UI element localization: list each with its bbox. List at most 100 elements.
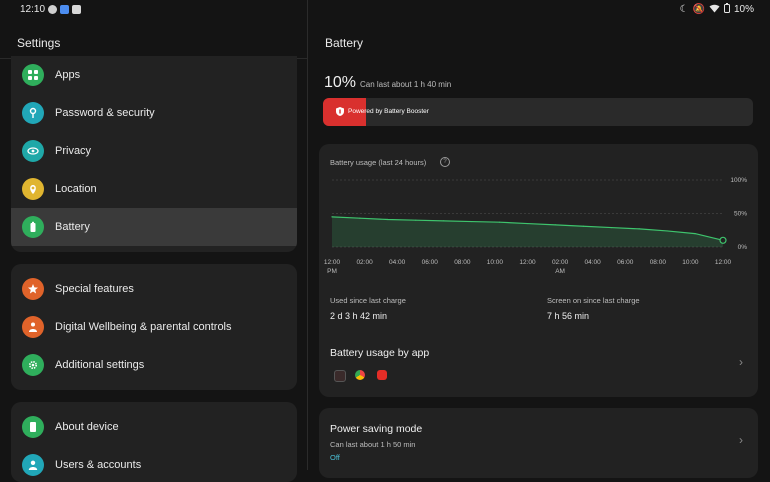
settings-item-label: Location	[55, 183, 97, 195]
x-tick-period-label: PM	[327, 268, 337, 275]
y-tick-label: 0%	[738, 244, 748, 251]
apps-icon	[22, 64, 44, 86]
power-saving-state: Off	[330, 453, 340, 462]
settings-item-about-device[interactable]: About device	[11, 408, 297, 446]
chart-point	[498, 221, 501, 223]
settings-item-privacy[interactable]: Privacy	[11, 132, 297, 170]
chart-point	[554, 224, 557, 226]
settings-item-digital-wellbeing[interactable]: Digital Wellbeing & parental controls	[11, 308, 297, 346]
gear-icon	[22, 354, 44, 376]
settings-item-label: Additional settings	[55, 359, 145, 371]
y-tick-label: 50%	[734, 211, 747, 218]
settings-item-location[interactable]: Location	[11, 170, 297, 208]
used-since-value: 2 d 3 h 42 min	[330, 311, 388, 321]
settings-item-label: Digital Wellbeing & parental controls	[55, 321, 232, 333]
info-icon[interactable]: ?	[440, 157, 450, 167]
x-tick-label: 02:00	[356, 259, 373, 266]
chart-point	[443, 220, 445, 222]
battery-status-icon	[723, 3, 730, 16]
x-tick-label: 02:00	[552, 259, 569, 266]
wellbeing-icon	[22, 316, 44, 338]
settings-item-label: Password & security	[55, 107, 155, 119]
x-tick-label: 12:00	[519, 259, 536, 266]
settings-item-label: Special features	[55, 283, 134, 295]
power-saving-title: Power saving mode	[330, 423, 423, 435]
chart-point	[638, 228, 640, 230]
chart-point	[666, 230, 668, 232]
x-tick-label: 08:00	[454, 259, 471, 266]
star-icon	[22, 278, 44, 300]
battery-level-text: 10%	[324, 74, 357, 91]
chart-current-point	[719, 236, 727, 244]
key-icon	[22, 102, 44, 124]
status-bar: 12:10 ☾ 🔕 10%	[0, 0, 770, 20]
settings-item-battery[interactable]: Battery	[11, 208, 297, 246]
moon-icon: ☾	[679, 4, 689, 15]
x-tick-label: 08:00	[650, 259, 667, 266]
settings-group-3: About device Users & accounts	[11, 402, 297, 482]
x-tick-label: 12:00	[715, 259, 732, 266]
settings-item-label: Privacy	[55, 145, 92, 157]
screen-on-label: Screen on since last charge	[547, 296, 640, 305]
settings-item-label: Battery	[55, 221, 90, 233]
settings-item-apps[interactable]: Apps	[11, 56, 297, 94]
battery-usage-card: Battery usage (last 24 hours) ? 100% 50% 0…	[319, 144, 758, 397]
battery-estimate-text: Can last about 1 h 40 min	[360, 80, 452, 89]
settings-item-special-features[interactable]: Special features	[11, 270, 297, 308]
battery-level-bar[interactable]: Powered by Battery Booster	[323, 98, 753, 126]
x-tick-label: 06:00	[617, 259, 634, 266]
settings-item-label: Users & accounts	[55, 459, 142, 471]
chart-point	[610, 226, 612, 229]
settings-item-label: About device	[55, 421, 119, 433]
chart-point	[387, 218, 389, 221]
settings-group-2: Special features Digital Wellbeing & par…	[11, 264, 297, 390]
chart-point	[694, 233, 696, 235]
chart-point	[526, 222, 529, 225]
power-saving-card[interactable]: Power saving mode Can last about 1 h 50 …	[319, 408, 758, 478]
user-icon	[22, 454, 44, 476]
status-time: 12:10	[20, 4, 46, 15]
wifi-icon	[709, 4, 720, 16]
chart-point	[582, 225, 584, 227]
notification-icon	[48, 5, 57, 14]
battery-percent-text: 10%	[733, 4, 754, 15]
x-tick-period-label: AM	[555, 268, 565, 275]
screen-on-value: 7 h 56 min	[547, 311, 590, 321]
x-tick-label: 04:00	[389, 259, 406, 266]
media-notification-icon	[72, 5, 81, 14]
settings-item-label: Apps	[55, 69, 81, 81]
y-tick-label: 100%	[730, 177, 747, 184]
chevron-right-icon: ›	[739, 433, 743, 447]
settings-item-users-accounts[interactable]: Users & accounts	[11, 446, 297, 482]
app-notification-icon	[60, 5, 69, 14]
x-tick-label: 04:00	[585, 259, 602, 266]
chart-point	[359, 217, 361, 219]
battery-page-title: Battery	[325, 36, 364, 50]
pane-divider	[307, 0, 308, 470]
mute-icon: 🔕	[692, 4, 705, 15]
battery-usage-by-app-row[interactable]: Battery usage by app ›	[319, 337, 758, 397]
x-tick-label: 10:00	[682, 259, 699, 266]
x-tick-label: 06:00	[422, 259, 439, 266]
chevron-right-icon: ›	[739, 355, 743, 369]
device-icon	[22, 416, 44, 438]
chart-point	[331, 216, 333, 218]
power-saving-subtitle: Can last about 1 h 50 min	[330, 440, 416, 449]
app-icon	[334, 370, 346, 382]
usage-by-app-title: Battery usage by app	[330, 347, 430, 359]
chrome-icon	[355, 370, 365, 380]
used-since-label: Used since last charge	[330, 296, 406, 305]
location-icon	[22, 178, 44, 200]
shield-icon	[336, 107, 344, 116]
settings-item-additional-settings[interactable]: Additional settings	[11, 346, 297, 384]
chart-area	[332, 216, 723, 247]
chart-point	[471, 220, 473, 223]
status-indicators: ☾ 🔕 10%	[680, 3, 754, 16]
battery-booster-badge: Powered by Battery Booster	[336, 107, 429, 116]
settings-group-1: Apps Password & security Privacy Locatio…	[11, 56, 297, 252]
settings-title: Settings	[17, 36, 61, 50]
settings-item-password-security[interactable]: Password & security	[11, 94, 297, 132]
battery-usage-title: Battery usage (last 24 hours)	[330, 158, 427, 167]
x-tick-label: 12:00	[324, 259, 341, 266]
battery-booster-label: Powered by Battery Booster	[348, 108, 429, 115]
